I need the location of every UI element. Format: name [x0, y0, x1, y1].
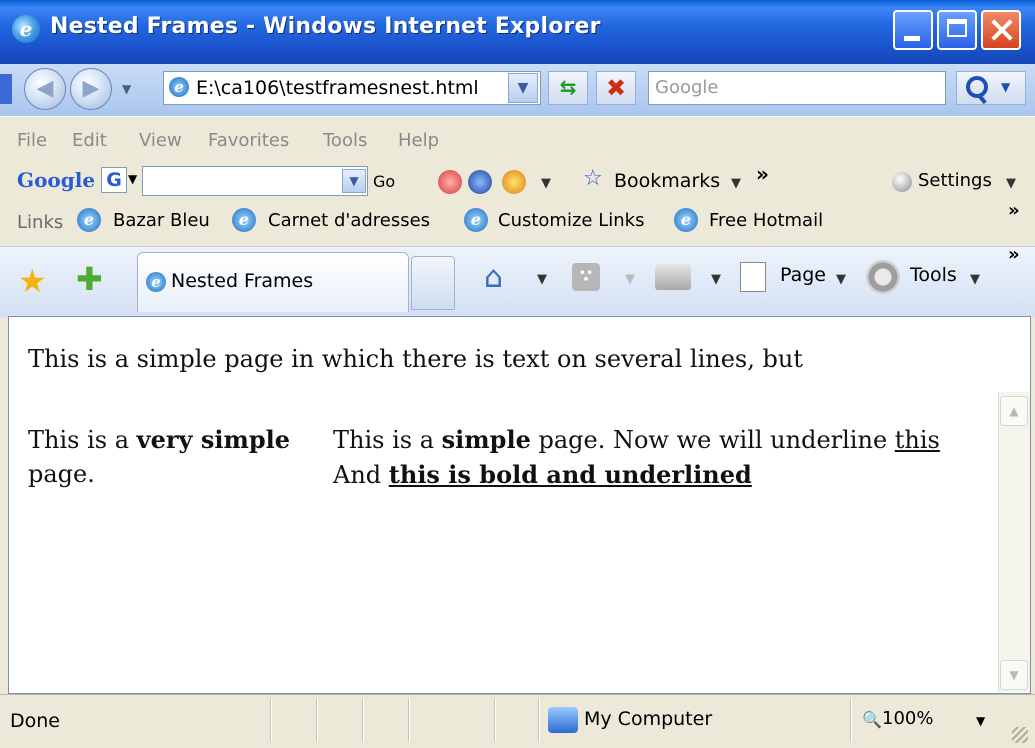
home-icon[interactable]: ⌂ [484, 260, 503, 295]
bookmarks-dropdown-icon[interactable]: ▼ [731, 176, 741, 191]
left-frame-bold: very simple [136, 425, 291, 454]
left-frame-line1: This is a very simple [28, 425, 290, 454]
google-search-input[interactable] [142, 166, 368, 196]
page-menu-button[interactable]: Page [780, 264, 826, 286]
google-menu-button[interactable]: G [101, 167, 127, 193]
left-frame-text: This is a [28, 426, 137, 454]
scroll-down-button[interactable]: ▼ [1000, 660, 1028, 690]
tools-dropdown-icon[interactable]: ▼ [970, 272, 980, 287]
close-button[interactable] [981, 10, 1021, 50]
zoom-dropdown-icon[interactable]: ▼ [976, 714, 985, 728]
left-frame-line2: page. [28, 460, 95, 488]
right-frame-text: This is a [333, 426, 442, 454]
menu-edit[interactable]: Edit [72, 130, 107, 151]
window-title: Nested Frames - Windows Internet Explore… [50, 14, 601, 39]
pagerank-icon[interactable] [468, 170, 492, 194]
minimize-button[interactable] [893, 10, 933, 50]
links-label: Links [17, 212, 64, 233]
menu-tools[interactable]: Tools [323, 130, 367, 151]
ie-link-icon: e [674, 208, 698, 232]
status-text: Done [10, 710, 60, 732]
resize-grip[interactable] [1012, 727, 1028, 743]
page-dropdown-icon[interactable]: ▼ [836, 272, 846, 287]
ie-page-icon: e [169, 77, 189, 97]
right-frame-bold: simple [441, 425, 531, 454]
side-edge [0, 74, 12, 104]
status-divider [538, 698, 540, 742]
ie-link-icon: e [232, 208, 256, 232]
google-search-dropdown[interactable]: ▼ [342, 169, 366, 193]
menu-file[interactable]: File [17, 130, 47, 151]
ie-tab-icon: e [146, 272, 166, 292]
menu-favorites[interactable]: Favorites [208, 130, 289, 151]
ie-link-icon: e [464, 208, 488, 232]
link-carnet-dadresses[interactable]: Carnet d'adresses [268, 210, 430, 231]
zoom-level[interactable]: 100% [882, 708, 933, 729]
google-toolbar-chevron[interactable]: » [756, 162, 769, 186]
top-frame-text: This is a simple page in which there is … [28, 345, 803, 373]
search-placeholder: Google [655, 77, 719, 98]
feeds-icon[interactable]: ∵ [572, 263, 600, 291]
tools-gear-icon [866, 260, 900, 294]
add-to-favorites-icon[interactable]: ✚ [76, 260, 103, 298]
tools-menu-button[interactable]: Tools [910, 264, 957, 286]
status-divider [316, 698, 318, 742]
frame-scrollbar[interactable] [998, 392, 1030, 692]
link-free-hotmail[interactable]: Free Hotmail [709, 210, 823, 231]
status-divider [362, 698, 364, 742]
search-options-dropdown[interactable]: ▼ [1001, 80, 1010, 94]
google-go-button[interactable]: Go [373, 172, 395, 191]
print-dropdown-icon[interactable]: ▼ [711, 272, 721, 287]
ie-link-icon: e [77, 208, 101, 232]
zoom-icon: 🔍 [862, 710, 882, 729]
forward-button[interactable]: ▶ [70, 68, 112, 110]
command-bar-chevron[interactable]: » [1008, 244, 1020, 265]
menu-help[interactable]: Help [398, 130, 439, 151]
favorites-center-icon[interactable]: ★ [18, 262, 47, 300]
settings-button[interactable]: Settings [918, 170, 992, 191]
right-frame-text-and: And [333, 461, 389, 489]
link-customize-links[interactable]: Customize Links [498, 210, 644, 231]
settings-icon [892, 172, 912, 192]
status-divider [850, 698, 852, 742]
search-icon [966, 76, 988, 98]
refresh-button[interactable]: ⇆ [548, 71, 588, 105]
tab-label: Nested Frames [171, 270, 314, 292]
google-logo: Google [17, 168, 96, 192]
feeds-dropdown-icon[interactable]: ▼ [625, 272, 635, 287]
status-divider [494, 698, 496, 742]
popup-blocker-icon[interactable] [438, 170, 462, 194]
my-computer-icon [548, 707, 578, 733]
back-button[interactable]: ◀ [24, 68, 66, 110]
address-text[interactable]: E:\ca106\testframesnest.html [196, 77, 479, 99]
new-tab-button[interactable] [411, 256, 455, 310]
page-icon [740, 262, 766, 292]
links-chevron[interactable]: » [1008, 200, 1020, 221]
print-icon[interactable] [655, 264, 691, 290]
star-icon: ☆ [583, 166, 603, 191]
home-dropdown-icon[interactable]: ▼ [537, 272, 547, 287]
link-bazar-bleu[interactable]: Bazar Bleu [113, 210, 210, 231]
status-divider [408, 698, 410, 742]
address-dropdown-button[interactable]: ▼ [508, 73, 538, 103]
autofill-dropdown-icon[interactable]: ▼ [541, 176, 551, 191]
menu-view[interactable]: View [139, 130, 182, 151]
bold-underlined-text: this is bold and underlined [388, 460, 752, 489]
security-zone[interactable]: My Computer [584, 708, 712, 730]
right-frame-line1: This is a simple page. Now we will under… [333, 425, 940, 454]
stop-button[interactable]: ✖ [596, 71, 636, 105]
underlined-text: this [894, 426, 940, 454]
recent-pages-dropdown[interactable]: ▼ [122, 82, 131, 96]
google-menu-caret-icon[interactable]: ▼ [128, 172, 137, 186]
settings-dropdown-icon[interactable]: ▼ [1006, 176, 1016, 191]
scroll-up-button[interactable]: ▲ [1000, 396, 1028, 426]
right-frame-line2: And this is bold and underlined [333, 460, 752, 489]
status-divider [270, 698, 272, 742]
autofill-icon[interactable] [502, 170, 526, 194]
right-frame-text-mid: page. Now we will underline [530, 426, 895, 454]
ie-icon: e [12, 15, 40, 43]
maximize-button[interactable] [937, 10, 977, 50]
bookmarks-button[interactable]: Bookmarks [614, 170, 720, 192]
